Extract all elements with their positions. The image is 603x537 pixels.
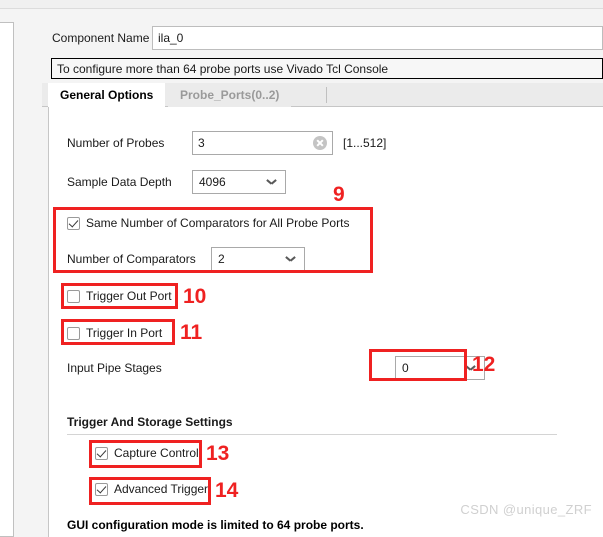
capture-control-label: Capture Control: [114, 446, 199, 460]
window-top-strip: [0, 0, 603, 9]
number-of-probes-label: Number of Probes: [67, 136, 165, 150]
sample-data-depth-value: 4096: [199, 175, 226, 189]
sample-data-depth-label: Sample Data Depth: [67, 175, 172, 189]
number-of-probes-field[interactable]: [192, 131, 333, 155]
chevron-down-icon: [286, 256, 295, 262]
input-pipe-stages-combobox[interactable]: 0: [395, 356, 485, 380]
advanced-trigger-label: Advanced Trigger: [114, 482, 209, 496]
trigger-in-port-label: Trigger In Port: [86, 326, 163, 340]
input-pipe-stages-label: Input Pipe Stages: [67, 361, 162, 375]
trigger-out-port-label: Trigger Out Port: [86, 289, 172, 303]
tab-general-options[interactable]: General Options: [48, 83, 166, 107]
chevron-down-icon: [466, 365, 475, 371]
gui-config-footer-note: GUI configuration mode is limited to 64 …: [67, 518, 364, 532]
general-options-panel: Number of Probes [1...512] Sample Data D…: [48, 107, 603, 537]
capture-control-checkbox[interactable]: [95, 446, 108, 460]
capture-control-row[interactable]: Capture Control: [95, 446, 199, 460]
info-message-bar: To configure more than 64 probe ports us…: [51, 58, 603, 79]
number-of-comparators-row: Number of Comparators 2: [67, 247, 467, 271]
number-of-probes-range-hint: [1...512]: [343, 136, 387, 150]
clear-circle-icon[interactable]: [313, 136, 327, 150]
number-of-comparators-combobox[interactable]: 2: [211, 247, 305, 271]
number-of-comparators-value: 2: [218, 252, 225, 266]
advanced-trigger-checkbox[interactable]: [95, 482, 108, 496]
advanced-trigger-row[interactable]: Advanced Trigger: [95, 482, 208, 496]
tab-probe-ports[interactable]: Probe_Ports(0..2): [168, 83, 292, 107]
same-comparators-row[interactable]: Same Number of Comparators for All Probe…: [67, 216, 349, 230]
left-gutter: [14, 9, 42, 537]
number-of-probes-row: Number of Probes [1...512]: [67, 131, 467, 155]
trigger-in-port-row[interactable]: Trigger In Port: [67, 326, 162, 340]
input-pipe-stages-value: 0: [402, 361, 409, 375]
trigger-storage-section-title: Trigger And Storage Settings: [67, 415, 233, 429]
same-comparators-label: Same Number of Comparators for All Probe…: [86, 216, 350, 230]
number-of-probes-input[interactable]: [193, 132, 311, 154]
component-name-row: Component Name: [42, 26, 603, 52]
info-message-text: To configure more than 64 probe ports us…: [57, 61, 389, 76]
trigger-in-port-checkbox[interactable]: [67, 326, 80, 340]
watermark-text: CSDN @unique_ZRF: [460, 502, 592, 517]
sample-data-depth-row: Sample Data Depth 4096: [67, 170, 467, 194]
trigger-out-port-row[interactable]: Trigger Out Port: [67, 289, 172, 303]
tab-divider: [326, 87, 327, 103]
number-of-comparators-label: Number of Comparators: [67, 252, 196, 266]
sample-data-depth-combobox[interactable]: 4096: [192, 170, 286, 194]
left-panel-sliver: [0, 22, 14, 537]
same-comparators-checkbox[interactable]: [67, 216, 80, 230]
component-name-label: Component Name: [52, 31, 150, 45]
component-name-input[interactable]: [152, 26, 603, 50]
vivado-ila-customize-dialog: Component Name To configure more than 64…: [0, 0, 603, 537]
input-pipe-stages-row: Input Pipe Stages 0: [67, 356, 537, 380]
chevron-down-icon: [267, 179, 276, 185]
section-divider: [67, 434, 557, 435]
trigger-out-port-checkbox[interactable]: [67, 289, 80, 303]
tab-strip: General Options Probe_Ports(0..2): [42, 83, 603, 107]
